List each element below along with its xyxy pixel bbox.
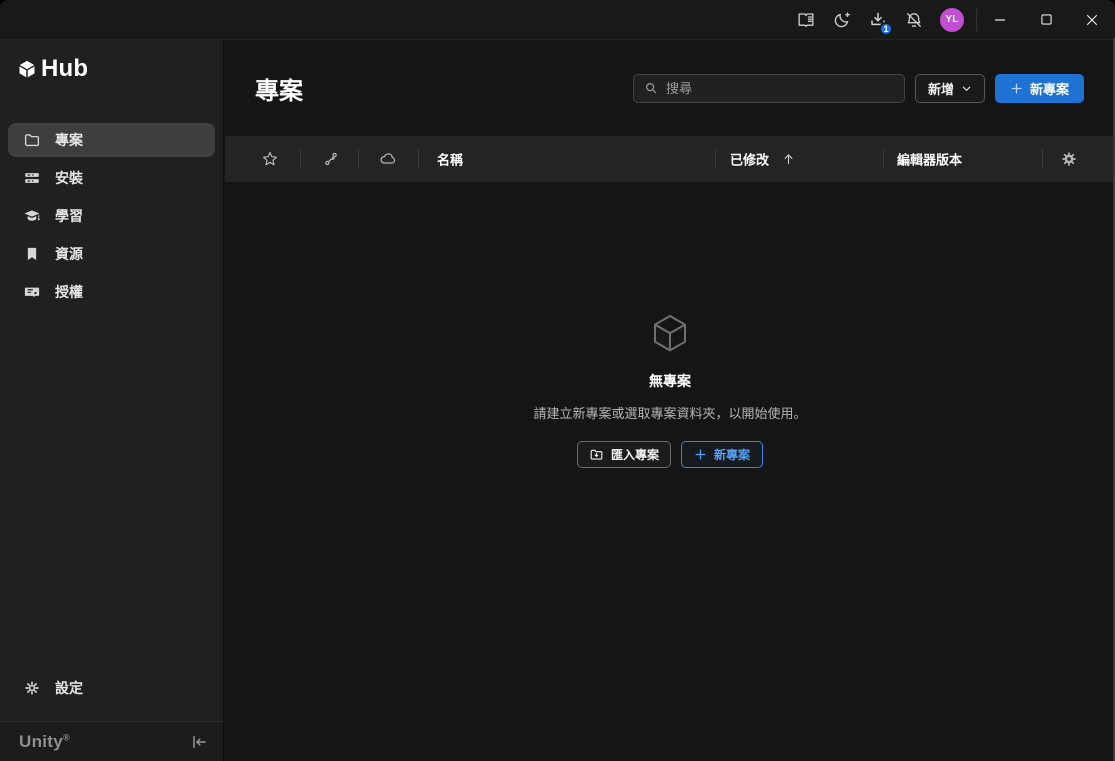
sidebar-footer: Unity® [0, 721, 223, 761]
column-name[interactable]: 名稱 [437, 150, 463, 169]
sidebar-item-label: 授權 [55, 282, 83, 302]
column-divider [715, 149, 716, 169]
titlebar: 1 YL [0, 0, 1115, 40]
column-modified[interactable]: 已修改 [730, 150, 796, 169]
sidebar-item-learn[interactable]: 學習 [8, 199, 215, 233]
gear-icon [23, 679, 41, 697]
moon-icon [832, 10, 852, 30]
download-badge: 1 [879, 22, 893, 36]
avatar[interactable]: YL [940, 8, 964, 32]
sidebar-settings: 設定 [8, 671, 215, 705]
sidebar-item-label: 資源 [55, 244, 83, 264]
news-button[interactable] [788, 0, 824, 40]
titlebar-icons: 1 YL [788, 0, 977, 40]
window-controls [977, 0, 1115, 40]
sort-ascending-icon [781, 152, 796, 167]
installs-stack-icon [23, 169, 41, 187]
main-panel: 專案 新增 新專案 [225, 40, 1115, 761]
maximize-button[interactable] [1023, 0, 1069, 40]
main-header: 專案 新增 新專案 [225, 40, 1115, 136]
hub-logo: Hub [0, 40, 223, 83]
column-divider [418, 149, 419, 169]
empty-cube-icon [646, 310, 694, 358]
column-divider [883, 149, 884, 169]
sidebar-item-community[interactable]: 資源 [8, 237, 215, 271]
sidebar-item-label: 設定 [55, 678, 83, 698]
column-divider [358, 149, 359, 169]
bookmark-icon [23, 245, 41, 263]
folder-import-icon [589, 447, 604, 462]
version-control-icon[interactable] [322, 150, 340, 168]
theme-toggle-button[interactable] [824, 0, 860, 40]
new-project-outline-label: 新專案 [714, 446, 750, 463]
empty-state-title: 無專案 [225, 371, 1115, 391]
cloud-icon[interactable] [378, 149, 398, 169]
column-editor-version[interactable]: 編輯器版本 [897, 150, 962, 169]
unity-cube-logo-icon [17, 59, 37, 79]
sidebar-item-licenses[interactable]: 授權 [8, 275, 215, 309]
sidebar-item-label: 專案 [55, 130, 83, 150]
sidebar-item-label: 安裝 [55, 168, 83, 188]
unity-brand: Unity® [19, 732, 70, 752]
search-input[interactable] [666, 81, 894, 96]
favorite-star-icon[interactable] [261, 150, 280, 169]
plus-icon [1010, 82, 1023, 95]
minimize-button[interactable] [977, 0, 1023, 40]
sidebar-item-installs[interactable]: 安裝 [8, 161, 215, 195]
unity-hub-window: 1 YL [0, 0, 1115, 761]
plus-icon [694, 448, 707, 461]
downloads-button[interactable]: 1 [860, 0, 896, 40]
collapse-sidebar-button[interactable] [189, 732, 209, 752]
new-project-label: 新專案 [1030, 79, 1069, 98]
notifications-button[interactable] [896, 0, 932, 40]
sidebar-item-label: 學習 [55, 206, 83, 226]
column-divider [300, 149, 301, 169]
open-book-icon [796, 10, 816, 30]
new-dropdown-label: 新增 [928, 79, 954, 98]
chevron-down-icon [961, 83, 972, 94]
search-box[interactable] [633, 74, 905, 103]
import-project-button[interactable]: 匯入專案 [577, 441, 671, 468]
hub-title: Hub [41, 55, 88, 83]
sidebar: Hub 專案 安裝 [0, 40, 224, 761]
collapse-left-icon [189, 732, 209, 752]
import-project-label: 匯入專案 [611, 446, 659, 463]
column-divider [1042, 149, 1043, 169]
graduation-cap-icon [23, 207, 41, 225]
new-project-outline-button[interactable]: 新專案 [681, 441, 763, 468]
sidebar-item-settings[interactable]: 設定 [8, 671, 215, 705]
close-button[interactable] [1069, 0, 1115, 40]
search-icon [644, 81, 658, 95]
new-dropdown-button[interactable]: 新增 [915, 74, 985, 103]
sidebar-nav: 專案 安裝 學習 [0, 123, 223, 309]
license-card-icon [23, 283, 41, 301]
table-settings-gear-icon[interactable] [1061, 151, 1078, 168]
bell-off-icon [904, 10, 924, 30]
projects-table-header: 名稱 已修改 編輯器版本 [225, 136, 1115, 182]
sidebar-item-projects[interactable]: 專案 [8, 123, 215, 157]
folder-icon [23, 131, 41, 149]
new-project-button[interactable]: 新專案 [995, 74, 1084, 103]
page-title: 專案 [255, 71, 303, 106]
empty-state-description: 請建立新專案或選取專案資料夾，以開始使用。 [225, 403, 1115, 422]
empty-state: 無專案 請建立新專案或選取專案資料夾，以開始使用。 匯入專案 [225, 310, 1115, 468]
empty-state-actions: 匯入專案 新專案 [225, 441, 1115, 468]
